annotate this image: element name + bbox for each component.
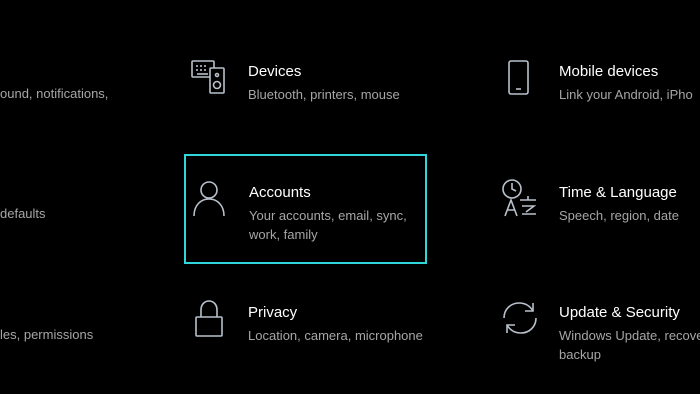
- tile-devices-title: Devices: [248, 63, 302, 80]
- tile-devices[interactable]: Devices Bluetooth, printers, mouse: [190, 58, 430, 112]
- tile-apps-desc: defaults: [0, 206, 46, 221]
- tile-update-security-desc-line2: backup: [559, 347, 601, 362]
- tile-privacy-title: Privacy: [248, 304, 298, 321]
- tile-mobile-devices-desc: Link your Android, iPho: [559, 87, 693, 102]
- mobile-phone-icon: [500, 58, 540, 98]
- tile-time-language-desc: Speech, region, date: [559, 208, 679, 223]
- tile-update-security[interactable]: Update & Security Windows Update, recove…: [500, 298, 700, 368]
- tile-time-language[interactable]: Time & Language Speech, region, date: [500, 178, 700, 232]
- tile-mobile-devices[interactable]: Mobile devices Link your Android, iPho: [500, 58, 700, 112]
- tile-privacy[interactable]: Privacy Location, camera, microphone: [190, 298, 430, 352]
- tile-update-security-title: Update & Security: [559, 304, 680, 321]
- devices-icon: [190, 58, 230, 98]
- tile-mobile-devices-title: Mobile devices: [559, 63, 659, 80]
- lock-icon: [190, 298, 230, 338]
- tile-system-desc: ound, notifications,: [0, 86, 109, 101]
- focus-highlight: [184, 154, 427, 264]
- sync-arrows-icon: [500, 298, 540, 338]
- tile-gaming-desc: les, permissions: [0, 327, 94, 342]
- tile-devices-desc: Bluetooth, printers, mouse: [248, 87, 400, 102]
- tile-update-security-desc-line1: Windows Update, recove: [559, 328, 700, 343]
- tile-privacy-desc: Location, camera, microphone: [248, 328, 423, 343]
- tile-time-language-title: Time & Language: [559, 184, 677, 201]
- time-language-icon: [500, 178, 540, 218]
